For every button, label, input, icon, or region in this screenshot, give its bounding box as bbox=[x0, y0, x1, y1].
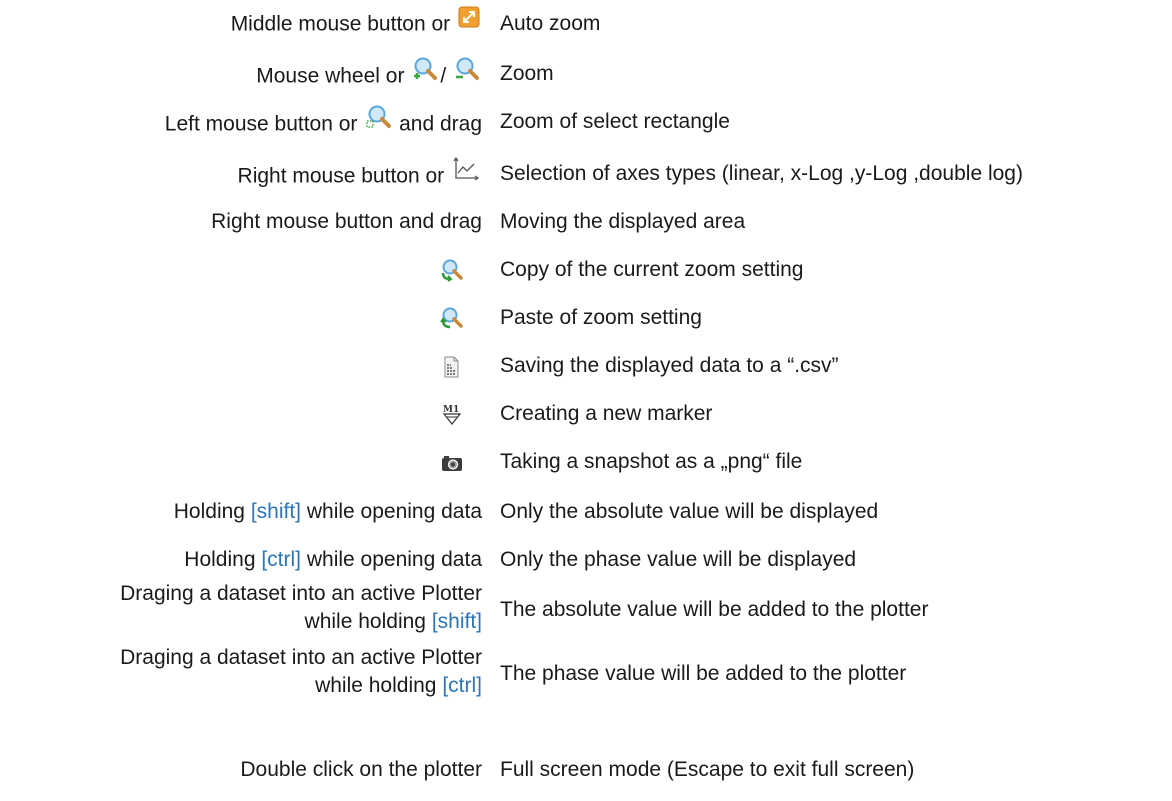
row-right: Copy of the current zoom setting bbox=[500, 258, 804, 281]
row-right: Full screen mode (Escape to exit full sc… bbox=[500, 758, 915, 781]
auto-zoom-icon[interactable] bbox=[458, 6, 480, 36]
left-text-post: while opening data bbox=[306, 548, 482, 571]
zoom-rectangle-icon[interactable] bbox=[365, 104, 392, 138]
row-right: Selection of axes types (linear, x-Log ,… bbox=[500, 162, 1023, 185]
separator: / bbox=[440, 64, 447, 88]
row-right: Only the phase value will be displayed bbox=[500, 548, 857, 571]
row-right: The phase value will be added to the plo… bbox=[500, 662, 907, 685]
left-text-post: while opening data bbox=[306, 500, 482, 523]
row-right: Paste of zoom setting bbox=[500, 306, 702, 329]
marker-m1-icon[interactable]: M1 bbox=[440, 402, 464, 426]
row-ctrl-drag: Draging a dataset into an active Plotter… bbox=[0, 644, 1172, 704]
row-left: Draging a dataset into an active Plotter… bbox=[120, 580, 482, 636]
camera-icon[interactable] bbox=[440, 452, 464, 476]
row-right: Zoom bbox=[500, 62, 554, 85]
left-text: while holding bbox=[304, 610, 426, 633]
shift-key-label: [shift] bbox=[250, 500, 302, 523]
left-text: Left mouse button or bbox=[164, 112, 358, 136]
left-text: while holding bbox=[315, 674, 437, 697]
shift-key-label: [shift] bbox=[431, 610, 482, 633]
row-right: Taking a snapshot as a „png“ file bbox=[500, 450, 803, 473]
left-line-1: Draging a dataset into an active Plotter bbox=[120, 646, 482, 669]
axes-type-icon[interactable] bbox=[452, 156, 480, 190]
left-text: Mouse wheel or bbox=[256, 64, 405, 88]
row-left: Draging a dataset into an active Plotter… bbox=[120, 644, 482, 700]
zoom-in-icon[interactable] bbox=[412, 56, 438, 90]
left-text: Middle mouse button or bbox=[230, 12, 451, 36]
row-left: Middle mouse button or bbox=[230, 6, 482, 40]
row-left: Double click on the plotter bbox=[240, 758, 482, 781]
row-right: Zoom of select rectangle bbox=[500, 110, 730, 133]
zoom-out-icon[interactable] bbox=[454, 56, 480, 90]
row-right: Auto zoom bbox=[500, 12, 601, 35]
row-shift-drag: Draging a dataset into an active Plotter… bbox=[0, 580, 1172, 640]
ctrl-key-label: [ctrl] bbox=[261, 548, 302, 571]
row-right: Saving the displayed data to a “.csv” bbox=[500, 354, 839, 377]
left-text-post: and drag bbox=[399, 112, 482, 136]
ctrl-key-label: [ctrl] bbox=[442, 674, 482, 697]
left-line-2: while holding [ctrl] bbox=[120, 672, 482, 700]
row-right: Moving the displayed area bbox=[500, 210, 746, 233]
left-text: Holding bbox=[184, 548, 256, 571]
left-line-2: while holding [shift] bbox=[120, 608, 482, 636]
row-left: Holding [shift] while opening data bbox=[174, 498, 482, 526]
shortcut-reference-page: { "rows": { "auto_zoom": {"left_pre": "M… bbox=[0, 0, 1172, 801]
left-line-1: Draging a dataset into an active Plotter bbox=[120, 582, 482, 605]
left-text: Holding bbox=[173, 500, 245, 523]
row-left: Holding [ctrl] while opening data bbox=[184, 546, 482, 574]
row-right: The absolute value will be added to the … bbox=[500, 598, 929, 621]
copy-zoom-icon[interactable] bbox=[440, 258, 464, 282]
left-text: Right mouse button or bbox=[237, 164, 445, 188]
row-left: Left mouse button or and drag bbox=[164, 105, 482, 142]
row-left: Mouse wheel or / bbox=[256, 57, 482, 94]
paste-zoom-icon[interactable] bbox=[440, 306, 464, 330]
row-left: Right mouse button or bbox=[237, 156, 482, 194]
row-right: Creating a new marker bbox=[500, 402, 713, 425]
row-right: Only the absolute value will be displaye… bbox=[500, 500, 879, 523]
csv-file-icon[interactable] bbox=[440, 355, 464, 379]
row-left: Right mouse button and drag bbox=[211, 210, 482, 233]
